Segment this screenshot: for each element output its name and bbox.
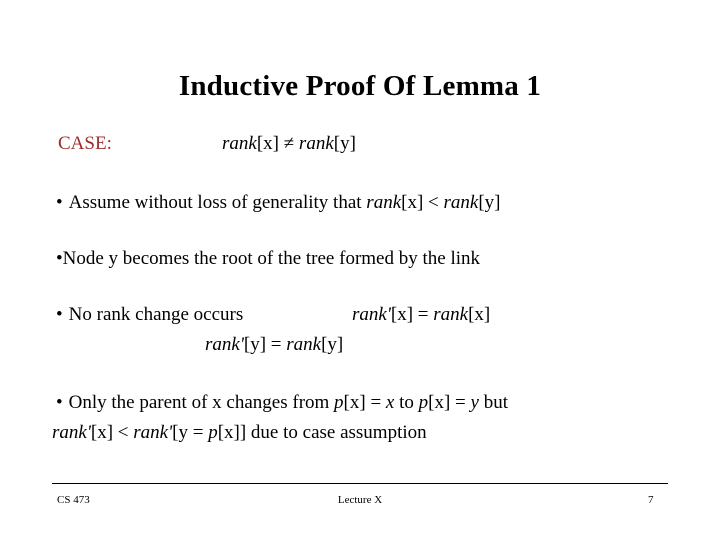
bullet-4-line2-tail: [x]] due to case assumption bbox=[217, 422, 427, 443]
equals-operator: [y] = bbox=[243, 334, 287, 355]
case-label: CASE: bbox=[58, 133, 112, 154]
bullet-marker-icon: • bbox=[56, 392, 63, 413]
bullet-4-mid-2: to bbox=[394, 392, 419, 413]
parent-p-1: p bbox=[334, 392, 344, 413]
bullet-marker-icon: • bbox=[56, 304, 63, 325]
bullet-item-3: • No rank change occurs bbox=[56, 302, 243, 328]
bullet-1-rank-y: rank bbox=[443, 192, 479, 213]
equals-operator: [x] = bbox=[390, 304, 434, 325]
slide-footer: CS 473 Lecture X 7 bbox=[0, 494, 720, 514]
bullet-1-operator: [x] < bbox=[401, 192, 444, 213]
rank-prime-x-2: rank' bbox=[52, 422, 91, 443]
bullet-3-expression-line-2: rank'[y] = rank[y] bbox=[205, 332, 343, 358]
var-y: y bbox=[470, 392, 479, 413]
bullet-marker-icon: • bbox=[56, 192, 63, 213]
bullet-1-index-y: [y] bbox=[478, 192, 501, 213]
bullet-2-text: Node y becomes the root of the tree form… bbox=[62, 248, 480, 269]
bullet-3-text: No rank change occurs bbox=[68, 304, 244, 325]
bullet-4-mid-1: [x] = bbox=[343, 392, 386, 413]
case-expr-index-y: [y] bbox=[333, 133, 356, 154]
bullet-1-rank-x: rank bbox=[366, 192, 402, 213]
case-expression: rank[x] ≠ rank[y] bbox=[222, 131, 356, 157]
page-title: Inductive Proof Of Lemma 1 bbox=[178, 70, 542, 103]
case-expr-rank-x: rank bbox=[222, 133, 257, 154]
footer-page-number: 7 bbox=[648, 494, 654, 506]
bullet-4-line2-mid-2: [y = bbox=[172, 422, 209, 443]
bullet-4-mid-3: [x] = bbox=[428, 392, 471, 413]
rank-prime-y: rank' bbox=[205, 334, 244, 355]
parent-p-3: p bbox=[208, 422, 218, 443]
index-y: [y] bbox=[321, 334, 344, 355]
bullet-item-2: •Node y becomes the root of the tree for… bbox=[56, 246, 480, 272]
footer-divider bbox=[52, 483, 668, 484]
rank-x: rank bbox=[433, 304, 469, 325]
case-expr-operator: [x] ≠ bbox=[256, 133, 299, 154]
bullet-4-line-2: rank'[x] < rank'[y = p[x]] due to case a… bbox=[52, 420, 427, 446]
bullet-item-1: • Assume without loss of generality that … bbox=[56, 190, 500, 216]
case-expr-rank-y: rank bbox=[298, 133, 334, 154]
bullet-marker-icon: • bbox=[56, 248, 63, 269]
bullet-4-text: Only the parent of x changes from bbox=[68, 392, 335, 413]
rank-prime-x: rank' bbox=[352, 304, 391, 325]
parent-p-2: p bbox=[418, 392, 429, 413]
rank-prime-y-2: rank' bbox=[133, 422, 173, 443]
footer-lecture-label: Lecture X bbox=[337, 494, 383, 506]
rank-y: rank bbox=[286, 334, 322, 355]
bullet-4-mid-4: but bbox=[478, 392, 508, 413]
less-than-operator: [x] < bbox=[90, 422, 134, 443]
bullet-item-4: • Only the parent of x changes from p[x] … bbox=[56, 390, 508, 416]
bullet-3-expression-line-1: rank'[x] = rank[x] bbox=[352, 302, 490, 328]
bullet-1-text: Assume without loss of generality that bbox=[68, 192, 367, 213]
slide-canvas: Inductive Proof Of Lemma 1 CASE: rank[x]… bbox=[0, 0, 720, 540]
index-x: [x] bbox=[468, 304, 491, 325]
